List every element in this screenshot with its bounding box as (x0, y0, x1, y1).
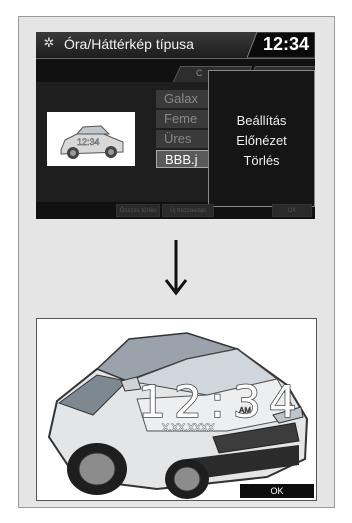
menu-item-delete[interactable]: Törlés (209, 153, 314, 168)
clock-display: 12:34 (262, 34, 309, 54)
wallpaper-thumbnail: 12:34 (47, 112, 135, 166)
add-new-button[interactable]: Új hozzáadás (162, 204, 214, 217)
ok-button[interactable]: OK (240, 484, 314, 498)
list-item[interactable]: Galax (156, 90, 216, 108)
wallpaper-preview-screen: 12:34 AM X.XX.XXXX OK (36, 318, 317, 501)
bottom-button-bar: Összes törlés Új hozzáadás OK (36, 202, 315, 219)
delete-all-button[interactable]: Összes törlés (116, 204, 160, 217)
preview-date: X.XX.XXXX (162, 423, 215, 435)
list-item[interactable]: Feme (156, 110, 216, 128)
context-menu: Beállítás Előnézet Törlés (208, 70, 315, 207)
clock-tab: 12:34 (247, 32, 315, 58)
list-item[interactable]: Üres (156, 130, 216, 148)
menu-item-settings[interactable]: Beállítás (209, 113, 314, 128)
tab-label: C (196, 68, 203, 78)
preview-ampm: AM (239, 406, 252, 416)
title-bar: ✲ Óra/Háttérkép típusa 12:34 (36, 32, 315, 59)
list-item-selected[interactable]: BBB.j (156, 150, 216, 168)
preview-clock: 12:34 (137, 376, 305, 429)
wallpaper-settings-screen: ✲ Óra/Háttérkép típusa 12:34 C 12:34 Gal… (36, 32, 315, 219)
gear-icon: ✲ (43, 36, 55, 51)
thumb-clock-text: 12:34 (77, 137, 100, 147)
ok-button-top[interactable]: OK (272, 204, 312, 217)
arrow-down-icon (160, 238, 192, 301)
screen-title: Óra/Háttérkép típusa (64, 36, 194, 52)
menu-item-preview[interactable]: Előnézet (209, 133, 314, 148)
